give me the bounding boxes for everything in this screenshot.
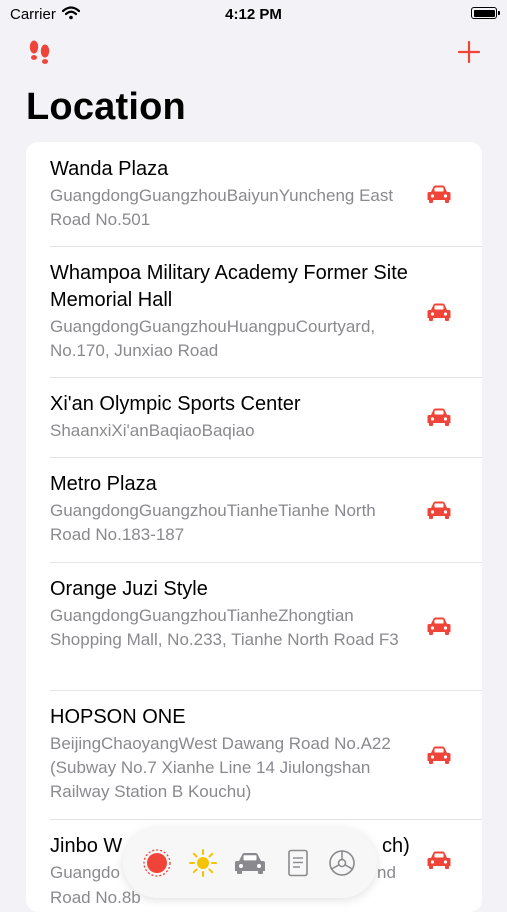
location-name: Xi'an Olympic Sports Center — [50, 393, 301, 415]
location-address: GuangdongGuangzhouBaiyunYuncheng East Ro… — [50, 186, 394, 229]
location-address-start: Guangdo — [50, 863, 120, 882]
list-item[interactable]: Whampoa Military Academy Former Site Mem… — [26, 246, 482, 377]
car-icon[interactable] — [426, 744, 452, 766]
document-icon[interactable] — [283, 848, 313, 878]
list-item[interactable]: Xi'an Olympic Sports Center ShaanxiXi'an… — [26, 377, 482, 457]
location-address-end: nd — [377, 863, 396, 882]
location-name: HOPSON ONE — [50, 706, 186, 728]
location-address: BeijingChaoyangWest Dawang Road No.A22 (… — [50, 734, 391, 801]
record-icon[interactable] — [142, 848, 172, 878]
location-address: ShaanxiXi'anBaqiaoBaqiao — [50, 421, 255, 440]
list-item[interactable]: Wanda Plaza GuangdongGuangzhouBaiyunYunc… — [26, 142, 482, 246]
battery-icon — [471, 7, 500, 19]
location-address: GuangdongGuangzhouHuangpuCourtyard, No.1… — [50, 317, 376, 360]
list-item[interactable]: Orange Juzi Style GuangdongGuangzhouTian… — [26, 562, 482, 690]
add-icon[interactable] — [457, 40, 481, 64]
status-bar: Carrier 4:12 PM — [0, 0, 507, 30]
status-time: 4:12 PM — [225, 6, 282, 23]
list-item[interactable]: Metro Plaza GuangdongGuangzhouTianheTian… — [26, 457, 482, 562]
location-list: Wanda Plaza GuangdongGuangzhouBaiyunYunc… — [26, 142, 482, 912]
location-name: Orange Juzi Style — [50, 578, 208, 600]
page-title: Location — [26, 86, 186, 128]
car-icon[interactable] — [426, 499, 452, 521]
location-name-end: ch) — [382, 835, 410, 857]
location-name: Wanda Plaza — [50, 158, 169, 180]
location-name: Metro Plaza — [50, 473, 157, 495]
location-name-start: Jinbo W — [50, 835, 123, 857]
location-address: GuangdongGuangzhouTianheTianhe North Roa… — [50, 501, 376, 544]
car-icon[interactable] — [426, 406, 452, 428]
car-icon[interactable] — [426, 849, 452, 871]
location-name: Whampoa Military Academy Former Site Mem… — [50, 262, 408, 311]
car-icon[interactable] — [233, 848, 267, 878]
car-icon[interactable] — [426, 301, 452, 323]
list-item[interactable]: HOPSON ONE BeijingChaoyangWest Dawang Ro… — [26, 690, 482, 819]
location-address: GuangdongGuangzhouTianheZhongtian Shoppi… — [50, 606, 399, 649]
floating-toolbar — [123, 828, 377, 898]
car-icon[interactable] — [426, 183, 452, 205]
sun-icon[interactable] — [188, 848, 218, 878]
settings-icon[interactable] — [327, 848, 357, 878]
car-icon[interactable] — [426, 615, 452, 637]
footprints-icon[interactable] — [25, 38, 55, 68]
